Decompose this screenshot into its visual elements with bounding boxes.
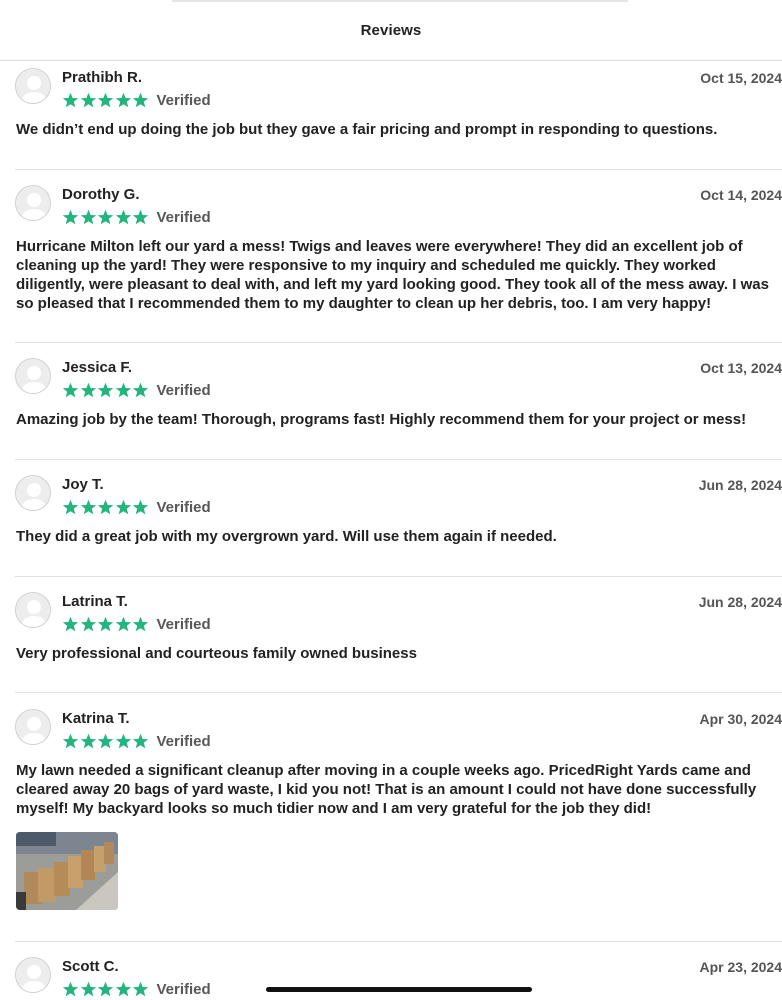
star-icon: [80, 616, 96, 631]
star-rating: Verified: [62, 208, 211, 226]
review-photo[interactable]: [16, 832, 118, 910]
review-text: Amazing job by the team! Thorough, progr…: [16, 411, 747, 428]
review-date: Oct 14, 2024: [700, 187, 782, 203]
star-icon: [80, 209, 96, 224]
star-icon: [97, 209, 114, 224]
star-rating: Verified: [62, 615, 211, 633]
reviewer-name: Dorothy G.: [62, 186, 140, 203]
star-icon: [97, 499, 114, 514]
star-icon: [80, 733, 96, 748]
review-date: Oct 15, 2024: [700, 70, 782, 86]
avatar-icon: [15, 709, 51, 745]
avatar-icon: [15, 957, 51, 993]
reviewer-name: Scott C.: [62, 958, 119, 975]
star-rating: Verified: [62, 381, 211, 399]
star-icon: [115, 733, 131, 748]
review-text: My lawn needed a significant cleanup aft…: [16, 762, 757, 817]
star-icon: [62, 382, 79, 397]
star-icon: [132, 981, 149, 996]
review-divider: [15, 692, 782, 693]
star-icon: [97, 733, 114, 748]
star-icon: [132, 382, 149, 397]
review-date: Apr 30, 2024: [699, 711, 782, 727]
review-divider: [15, 459, 782, 460]
review-date: Oct 13, 2024: [700, 360, 782, 376]
review-divider: [15, 342, 782, 343]
avatar-icon: [15, 185, 51, 221]
star-icon: [115, 616, 131, 631]
home-indicator[interactable]: [266, 987, 532, 992]
avatar-icon: [15, 358, 51, 394]
review-divider: [15, 576, 782, 577]
verified-label: Verified: [156, 980, 211, 998]
star-icon: [115, 382, 131, 397]
page-title: Reviews: [360, 21, 422, 39]
star-icon: [97, 382, 114, 397]
star-icon: [132, 499, 149, 514]
star-icon: [115, 209, 131, 224]
reviewer-name: Jessica F.: [62, 359, 133, 376]
star-icon: [80, 92, 96, 107]
reviewer-name: Joy T.: [62, 476, 104, 493]
reviews-header: Reviews: [0, 0, 782, 61]
review-date: Jun 28, 2024: [698, 477, 782, 493]
star-icon: [62, 92, 79, 107]
star-icon: [62, 616, 79, 631]
reviewer-name: Katrina T.: [62, 710, 130, 727]
star-rating: Verified: [62, 498, 211, 516]
verified-label: Verified: [156, 732, 211, 750]
star-icon: [62, 499, 79, 514]
star-icon: [97, 92, 114, 107]
star-icon: [132, 209, 149, 224]
verified-label: Verified: [156, 208, 211, 226]
star-rating: Verified: [62, 732, 211, 750]
verified-label: Verified: [156, 381, 211, 399]
star-rating: Verified: [62, 91, 211, 109]
avatar-icon: [15, 592, 51, 628]
star-icon: [132, 733, 149, 748]
avatar-icon: [15, 475, 51, 511]
star-rating: Verified: [62, 980, 211, 998]
star-icon: [62, 209, 79, 224]
star-icon: [97, 981, 114, 996]
review-text: They did a great job with my overgrown y…: [16, 528, 557, 545]
star-icon: [62, 733, 79, 748]
review-text: Hurricane Milton left our yard a mess! T…: [16, 238, 769, 312]
verified-label: Verified: [156, 91, 211, 109]
verified-label: Verified: [156, 498, 211, 516]
review-date: Apr 23, 2024: [699, 959, 782, 975]
star-icon: [132, 92, 149, 107]
star-icon: [115, 499, 131, 514]
reviewer-name: Latrina T.: [62, 593, 128, 610]
star-icon: [115, 92, 131, 107]
reviewer-name: Prathibh R.: [62, 69, 143, 86]
review-date: Jun 28, 2024: [698, 594, 782, 610]
review-divider: [15, 169, 782, 170]
review-divider: [15, 941, 782, 942]
star-icon: [115, 981, 131, 996]
star-icon: [80, 499, 96, 514]
star-icon: [62, 981, 79, 996]
review-text: We didn’t end up doing the job but they …: [16, 121, 718, 138]
star-icon: [132, 616, 149, 631]
verified-label: Verified: [156, 615, 211, 633]
star-icon: [80, 981, 96, 996]
avatar-icon: [15, 68, 51, 104]
review-text: Very professional and courteous family o…: [16, 645, 417, 662]
star-icon: [80, 382, 96, 397]
star-icon: [97, 616, 114, 631]
